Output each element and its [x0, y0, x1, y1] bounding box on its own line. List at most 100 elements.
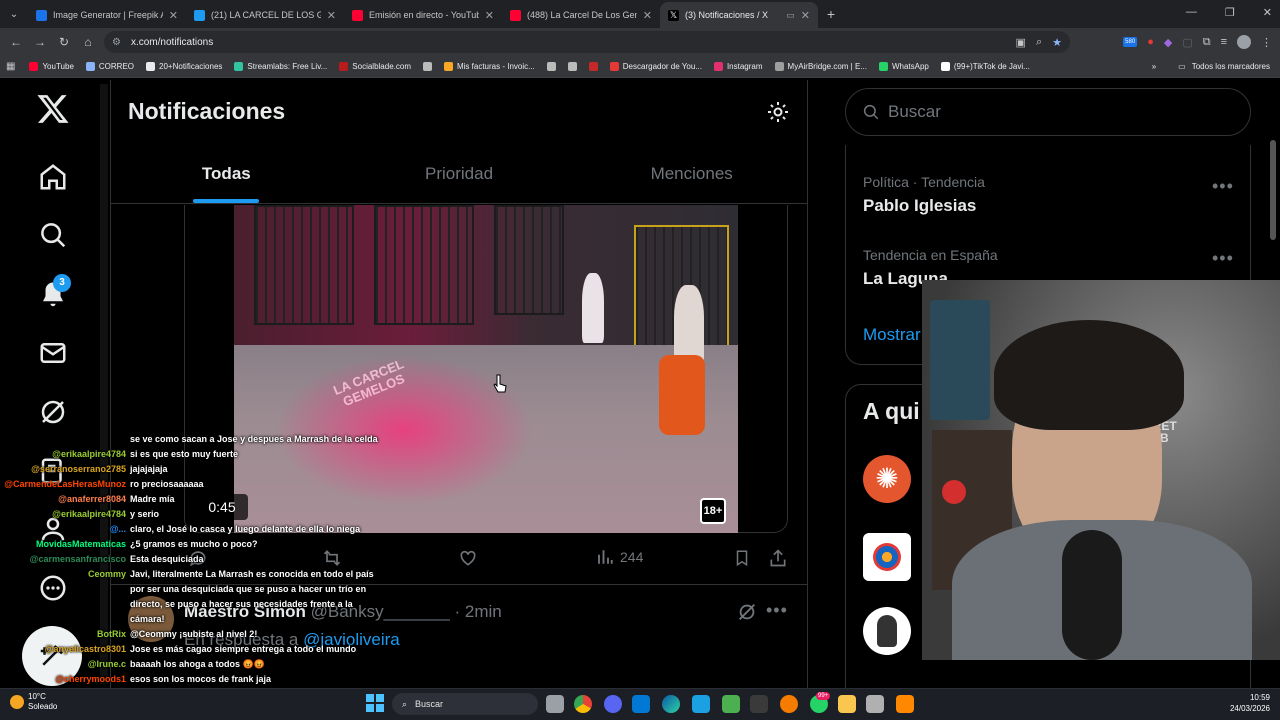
avatar[interactable] [863, 533, 911, 581]
bookmark-item[interactable]: Instagram [713, 62, 763, 71]
app-icon[interactable] [750, 695, 768, 713]
home-icon[interactable]: ⌂ [76, 35, 100, 49]
close-icon[interactable]: ✕ [327, 9, 336, 22]
close-icon[interactable]: ✕ [801, 9, 810, 22]
browser-tab[interactable]: Image Generator | Freepik AI ✕ [28, 2, 186, 28]
playlist-icon[interactable]: ≡ [1221, 36, 1227, 48]
tweet-time[interactable]: · 2min [455, 602, 502, 621]
edge-icon[interactable] [662, 695, 680, 713]
reload-icon[interactable]: ↻ [52, 35, 76, 49]
outlook-icon[interactable] [632, 695, 650, 713]
share-action[interactable] [768, 548, 788, 568]
taskbar-search[interactable]: ⌕ Buscar [392, 693, 538, 715]
bookmark-item[interactable]: Descargador de You... [609, 62, 702, 71]
search-placeholder: Buscar [888, 102, 941, 121]
bookmark-item[interactable] [567, 62, 581, 71]
app-icon[interactable] [866, 695, 884, 713]
vlc-icon[interactable] [896, 695, 914, 713]
close-window-icon[interactable]: ✕ [1263, 6, 1272, 19]
extension-icon[interactable]: 580 [1123, 37, 1138, 47]
bookmark-item[interactable]: Socialblade.com [339, 62, 411, 71]
forward-icon[interactable]: → [28, 35, 52, 49]
site-info-icon[interactable]: ⚙ [112, 37, 121, 48]
views-action[interactable]: 244 [596, 548, 643, 566]
back-icon[interactable]: ← [4, 35, 28, 49]
show-more-link[interactable]: Mostrar [863, 325, 921, 345]
zoom-icon[interactable]: ⌕ [1036, 36, 1042, 49]
bookmark-item[interactable] [546, 62, 560, 71]
settings-gear-icon[interactable] [766, 100, 790, 124]
right-scrollbar[interactable] [1270, 140, 1276, 240]
grok-icon[interactable] [36, 395, 70, 429]
profile-avatar[interactable] [1237, 35, 1251, 49]
bookmark-item[interactable] [588, 62, 602, 71]
new-tab-button[interactable]: + [818, 6, 844, 22]
x-logo-icon[interactable] [36, 92, 70, 126]
more-bookmarks-icon[interactable]: » [1152, 62, 1156, 71]
file-explorer-icon[interactable] [838, 695, 856, 713]
cast-icon[interactable]: ▣ [1016, 36, 1026, 49]
close-icon[interactable]: ✕ [485, 9, 494, 22]
more-options-icon[interactable]: ••• [766, 600, 788, 621]
minimize-icon[interactable]: — [1186, 6, 1197, 19]
tab-label: Prioridad [424, 164, 494, 183]
menu-icon[interactable]: ⋮ [1261, 36, 1272, 49]
taskbar-clock[interactable]: 10:59 24/03/2026 [1214, 692, 1270, 714]
avatar[interactable] [863, 607, 911, 655]
tab-prioridad[interactable]: Prioridad [343, 150, 576, 203]
bookmark-item[interactable] [422, 62, 436, 71]
chat-username: @cherrymoods1 [55, 674, 126, 684]
views-chart-icon [598, 550, 613, 564]
close-icon[interactable]: ✕ [643, 9, 652, 22]
app-icon[interactable] [780, 695, 798, 713]
bookmark-item[interactable]: MyAirBridge.com | E... [774, 62, 867, 71]
bookmark-item[interactable]: YouTube [29, 62, 74, 71]
chat-text: y serio [130, 509, 160, 519]
avatar[interactable]: ✺ [863, 455, 911, 503]
all-bookmarks-folder[interactable]: Todos los marcadores [1192, 62, 1270, 71]
trend-more-icon[interactable]: ••• [1212, 248, 1234, 269]
bookmark-label: Mis facturas - Invoic... [456, 62, 535, 71]
bookmark-item[interactable]: 20+Notificaciones [146, 62, 222, 71]
browser-tab[interactable]: Emisión en directo - YouTube S ✕ [344, 2, 502, 28]
bookmark-item[interactable]: (99+)TikTok de Javi... [940, 62, 1030, 71]
bookmark-item[interactable]: Streamlabs: Free Liv... [234, 62, 327, 71]
like-action[interactable] [458, 548, 478, 568]
tab-search-button[interactable]: ⌄ [0, 0, 28, 28]
extension-red-icon[interactable]: ● [1147, 36, 1154, 48]
bookmark-action[interactable] [733, 548, 751, 568]
bookmark-label: (99+)TikTok de Javi... [953, 62, 1030, 71]
extensions-puzzle-icon[interactable]: ⧉ [1203, 36, 1211, 49]
weather-widget[interactable]: 10°C Soleado [10, 692, 57, 712]
bookmark-item[interactable]: Mis facturas - Invoic... [443, 62, 535, 71]
discord-icon[interactable] [604, 695, 622, 713]
address-bar[interactable]: ⚙ x.com/notifications ▣ ⌕ ★ [104, 31, 1070, 53]
close-icon[interactable]: ✕ [169, 9, 178, 22]
windows-start-icon[interactable] [366, 694, 384, 712]
trend-item[interactable]: Política · Tendencia Pablo Iglesias [863, 174, 985, 216]
tab-todas[interactable]: Todas [110, 150, 343, 203]
bookmark-item[interactable]: CORREO [85, 62, 134, 71]
grok-explain-icon[interactable] [736, 601, 758, 623]
chat-text: se ve como sacan a Jose y despues a Marr… [130, 434, 378, 444]
extension-grey-icon[interactable]: ▢ [1182, 36, 1192, 49]
tab-menciones[interactable]: Menciones [575, 150, 808, 203]
app-icon[interactable] [722, 695, 740, 713]
messages-mail-icon[interactable] [36, 336, 70, 370]
bookmark-item[interactable]: WhatsApp [878, 62, 929, 71]
extension-purple-icon[interactable]: ◆ [1164, 36, 1172, 49]
browser-tab[interactable]: (21) LA CARCEL DE LOS GEMEL ✕ [186, 2, 344, 28]
search-input[interactable]: Buscar [845, 88, 1251, 136]
browser-tab[interactable]: (488) La Carcel De Los Gemelos ✕ [502, 2, 660, 28]
home-nav-icon[interactable] [36, 160, 70, 194]
apps-grid-icon[interactable]: ▦ [6, 61, 15, 72]
task-view-icon[interactable] [546, 695, 564, 713]
trend-more-icon[interactable]: ••• [1212, 176, 1234, 197]
chrome-icon[interactable] [574, 695, 592, 713]
bookmark-star-icon[interactable]: ★ [1052, 36, 1062, 49]
browser-tab-strip: ⌄ Image Generator | Freepik AI ✕ (21) LA … [0, 0, 1280, 28]
explore-search-icon[interactable] [36, 218, 70, 252]
app-icon[interactable] [692, 695, 710, 713]
browser-tab-active[interactable]: 𝕏 (3) Notificaciones / X ▭ ✕ [660, 2, 818, 28]
restore-icon[interactable]: ❐ [1225, 6, 1235, 19]
